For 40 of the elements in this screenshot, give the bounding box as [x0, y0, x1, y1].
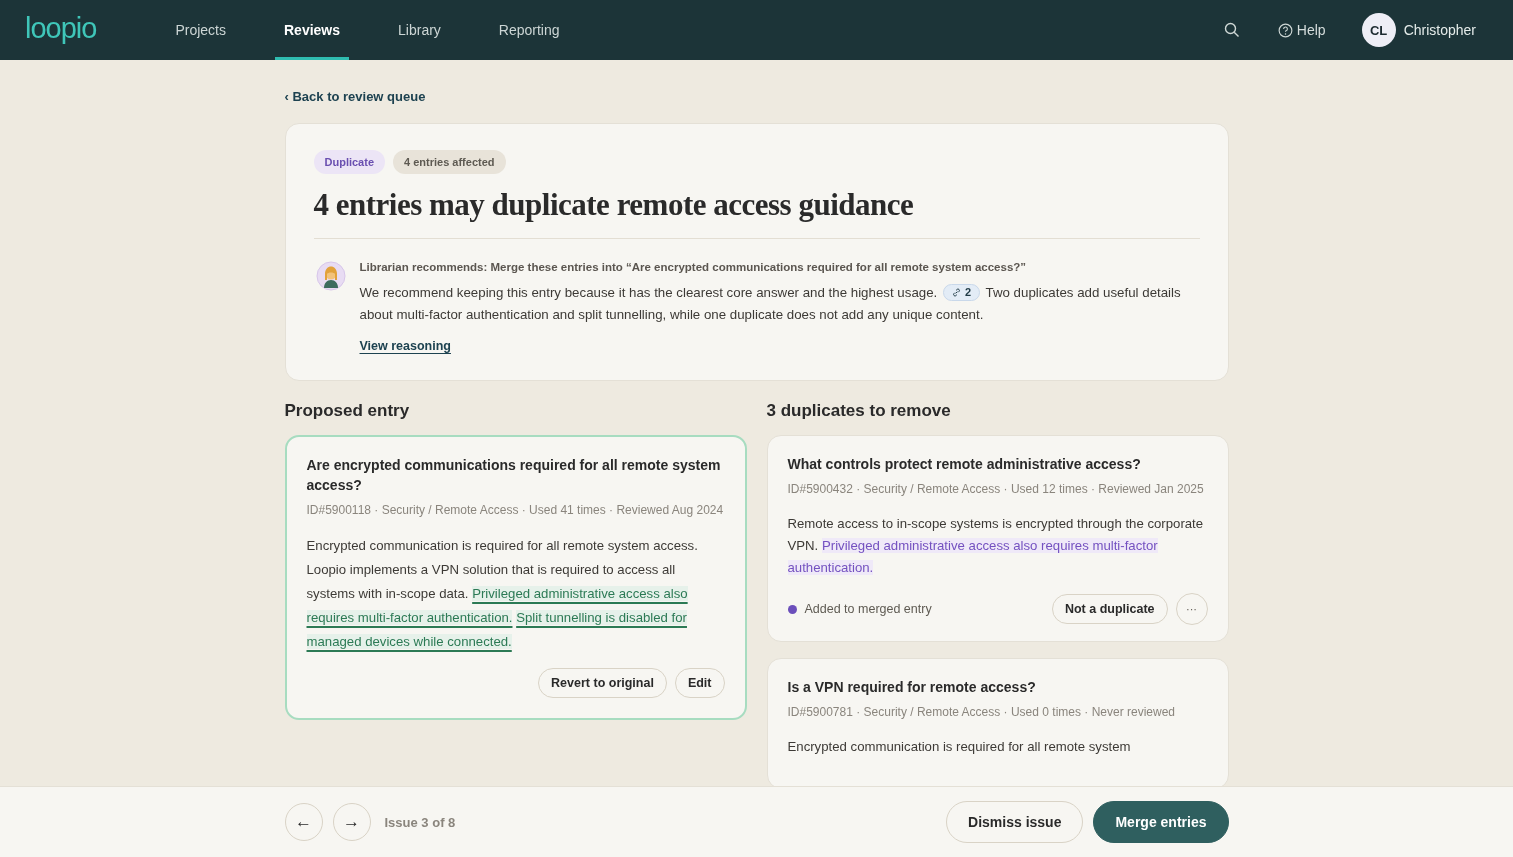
nav-tab[interactable]: Reporting: [489, 0, 569, 60]
user-name[interactable]: Christopher: [1403, 22, 1476, 38]
view-reasoning-link[interactable]: View reasoning: [359, 339, 451, 353]
entry-title: Are encrypted communications required for all remote system access?: [306, 456, 722, 495]
section-heading: Proposed entry: [284, 401, 411, 421]
librarian-avatar: [315, 261, 346, 291]
citation-chip[interactable]: 2: [942, 284, 981, 301]
merge-button[interactable]: Merge entries: [1093, 801, 1229, 843]
link-icon: [951, 288, 961, 297]
nav-tab[interactable]: Reviews: [275, 0, 350, 60]
issue-tag: Duplicate: [313, 150, 385, 174]
section-heading: 3 duplicates to remove: [766, 401, 952, 421]
dismiss-button[interactable]: Dismiss issue: [946, 801, 1084, 843]
answer-text: Encrypted communication is required for all remote system: [787, 738, 1132, 756]
entry-title: Is a VPN required for remote access?: [787, 678, 1037, 697]
entry-button[interactable]: Revert to original: [538, 668, 667, 698]
next-button[interactable]: →: [332, 803, 371, 841]
previous-button[interactable]: ←: [284, 803, 323, 841]
answer-text: Encrypted communication is required for all remote system access. Loopio implements a VPN solution that is required to access all systems with in-scope data. Privileged administrative access also requires multi-factor authentication. Split tunnelling is disabled for managed devices while connected.: [306, 537, 699, 651]
issue-tag: 4 entries affected: [393, 150, 506, 174]
entry-meta: ID#5900118 · Security / Remote Access · Used 41 times · Reviewed Aug 2024: [306, 502, 725, 519]
issue-position: Issue 3 of 8: [384, 814, 456, 830]
nav-tab[interactable]: Library: [389, 0, 450, 60]
search-icon[interactable]: [1223, 22, 1240, 38]
back-link[interactable]: ‹ Back to review queue: [284, 89, 426, 104]
entry-meta: ID#5900781 · Security / Remote Access · Used 0 times · Never reviewed: [787, 704, 1176, 721]
loopio-logo[interactable]: loopio: [25, 13, 97, 47]
not-duplicate-button[interactable]: Not a duplicate: [1051, 594, 1168, 624]
user-avatar[interactable]: CL: [1361, 13, 1396, 47]
help-link[interactable]: Help: [1277, 22, 1326, 38]
nav-tab[interactable]: Projects: [166, 0, 235, 60]
help-icon: [1277, 22, 1293, 38]
entry-title: What controls protect remote administrative access?: [787, 455, 1142, 474]
more-options-button[interactable]: ···: [1175, 593, 1208, 625]
recommendation-heading: Librarian recommends: Merge these entries into “Are encrypted communications required for all remote system access?”: [359, 261, 1028, 273]
issue-title: 4 entries may duplicate remote access guidance: [313, 188, 915, 222]
recommendation-text: We recommend keeping this entry because it has the clearest core answer and the highest usage. 2 Two duplicates add useful details about multi-factor authentication and split tunnelling, while one duplicate does not add any unique content.: [359, 283, 1182, 324]
entry-button[interactable]: Edit: [674, 668, 725, 698]
status-label: Added to merged entry: [804, 602, 932, 616]
entry-meta: ID#5900432 · Security / Remote Access · Used 12 times · Reviewed Jan 2025: [787, 481, 1205, 498]
